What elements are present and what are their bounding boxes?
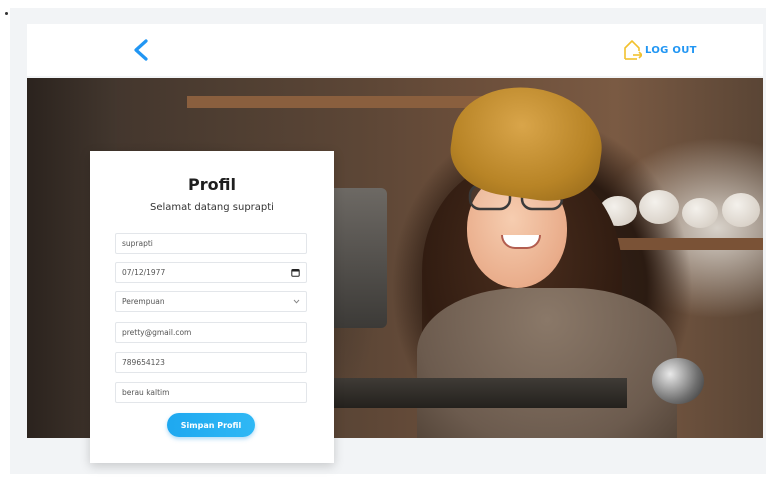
profile-card: Profil Selamat datang suprapti suprapti …: [90, 151, 334, 463]
address-value: berau kaltim: [122, 388, 170, 397]
email-value: pretty@gmail.com: [122, 328, 192, 337]
save-profile-button[interactable]: Simpan Profil: [167, 413, 255, 437]
name-value: suprapti: [122, 239, 153, 248]
phone-value: 789654123: [122, 358, 165, 367]
house-logout-icon: [624, 40, 642, 60]
welcome-text: Selamat datang suprapti: [150, 202, 274, 213]
photo-shelf-right: [602, 238, 763, 250]
photo-cup: [639, 190, 679, 224]
profile-title: Profil: [188, 175, 236, 194]
chevron-left-icon: [134, 39, 148, 61]
photo-counter: [327, 378, 627, 408]
phone-field[interactable]: 789654123: [115, 352, 307, 373]
back-button[interactable]: [128, 36, 154, 64]
name-field[interactable]: suprapti: [115, 233, 307, 254]
photo-cup: [722, 193, 760, 227]
photo-sweater: [417, 288, 677, 438]
chevron-down-icon: [293, 299, 300, 304]
photo-tamper: [652, 358, 704, 404]
logout-button[interactable]: LOG OUT: [622, 38, 697, 62]
birthdate-value: 07/12/1977: [122, 268, 166, 277]
birthdate-field[interactable]: 07/12/1977: [115, 262, 307, 283]
address-field[interactable]: berau kaltim: [115, 382, 307, 403]
gender-select[interactable]: Perempuan: [115, 291, 307, 312]
logout-label: LOG OUT: [645, 44, 697, 56]
email-field[interactable]: pretty@gmail.com: [115, 322, 307, 343]
calendar-icon[interactable]: [291, 268, 300, 277]
photo-cup: [682, 198, 718, 228]
photo-register: [327, 188, 387, 328]
stray-dot: [5, 12, 8, 15]
gender-value: Perempuan: [122, 297, 165, 306]
